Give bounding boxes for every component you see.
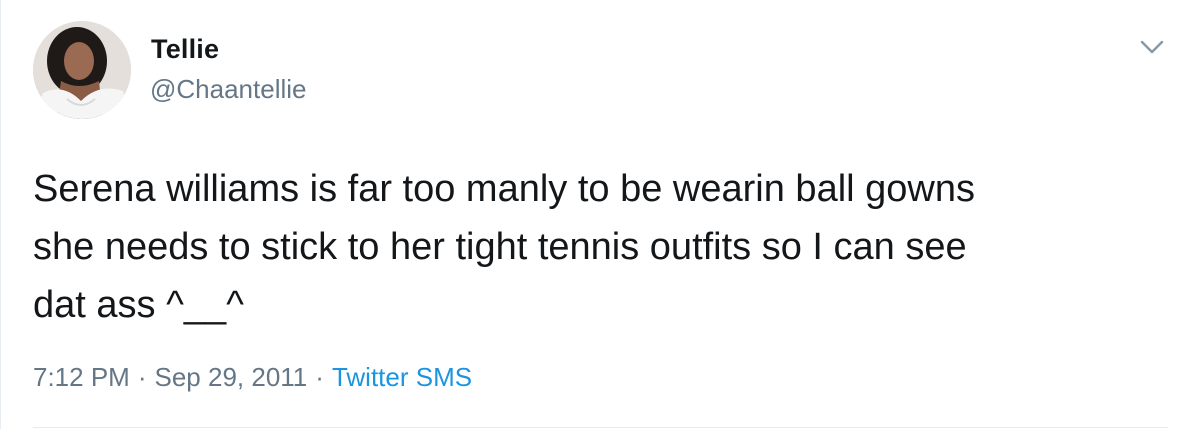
avatar[interactable] [33, 21, 131, 119]
avatar-image [33, 21, 131, 119]
user-handle[interactable]: @Chaantellie [150, 74, 306, 105]
tweet-meta: 7:12 PM · Sep 29, 2011 · Twitter SMS [33, 362, 472, 393]
meta-separator: · [315, 362, 324, 392]
tweet-source-link[interactable]: Twitter SMS [332, 362, 472, 392]
tweet-text: Serena williams is far too manly to be w… [33, 168, 975, 326]
divider [33, 427, 1168, 428]
tweet-time[interactable]: 7:12 PM [33, 362, 130, 392]
meta-separator: · [137, 362, 147, 392]
tweet-card: Tellie @Chaantellie Serena williams is f… [0, 0, 1200, 429]
tweet-date[interactable]: Sep 29, 2011 [155, 362, 308, 392]
chevron-down-icon[interactable] [1139, 37, 1165, 57]
display-name[interactable]: Tellie [151, 34, 219, 65]
